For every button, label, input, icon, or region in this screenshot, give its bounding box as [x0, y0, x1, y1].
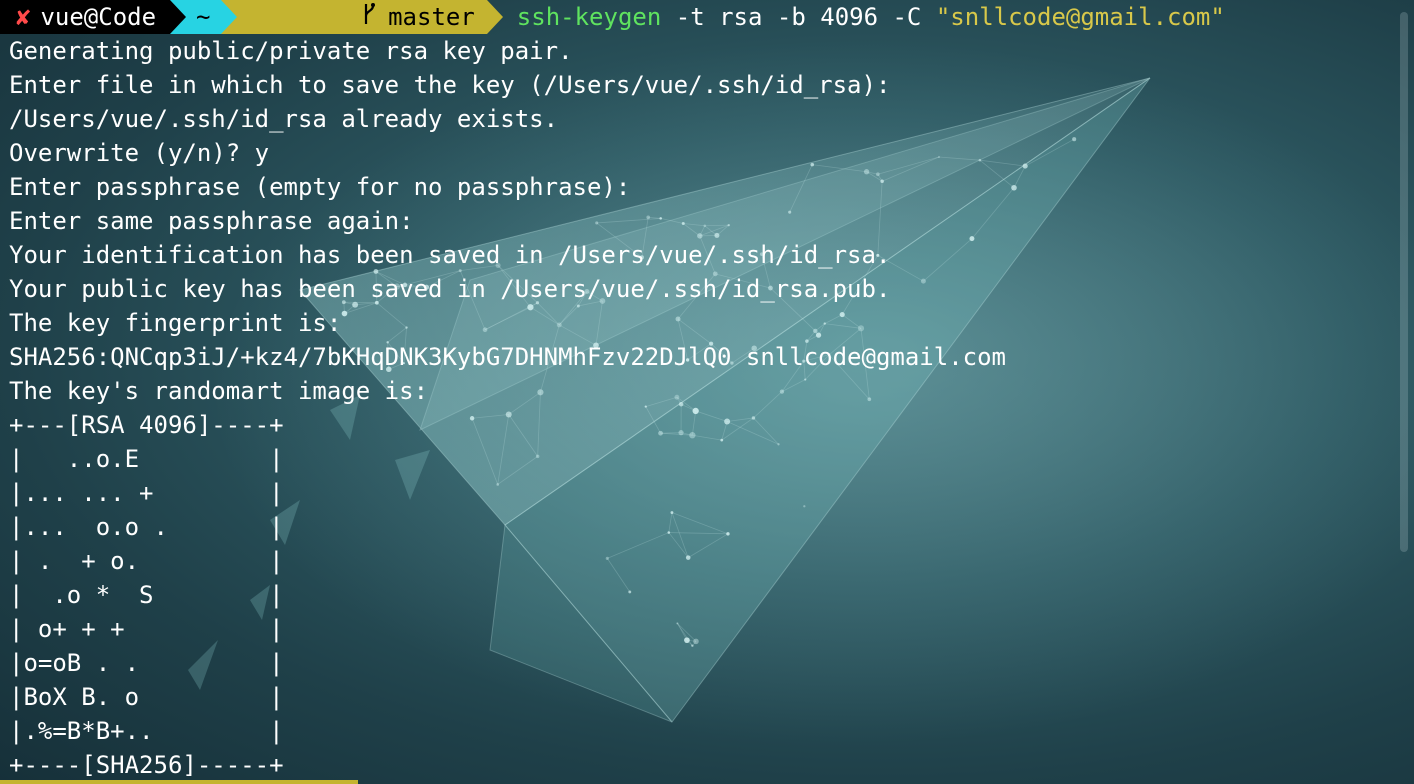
output-line: /Users/vue/.ssh/id_rsa already exists.	[9, 105, 559, 133]
current-directory: ~	[196, 3, 211, 31]
output-line: Enter same passphrase again:	[9, 207, 414, 235]
output-line: Your identification has been saved in /U…	[9, 241, 891, 269]
terminal-output: Generating public/private rsa key pair. E…	[9, 34, 1006, 782]
output-line: Enter file in which to save the key (/Us…	[9, 71, 891, 99]
user-host: vue@Code	[40, 3, 157, 31]
output-line: Your public key has been saved in /Users…	[9, 275, 891, 303]
output-line: SHA256:QNCqp3iJ/+kz4/7bKHqDNK3KybG7DHNMh…	[9, 343, 1006, 371]
git-branch-name: master	[388, 3, 475, 31]
output-line: Enter passphrase (empty for no passphras…	[9, 173, 631, 201]
error-status-icon: ✘	[16, 3, 31, 31]
output-line: | . + o. |	[9, 547, 284, 575]
output-line: Overwrite (y/n)? y	[9, 139, 270, 167]
output-line: | .o * S |	[9, 581, 284, 609]
output-line: Generating public/private rsa key pair.	[9, 37, 573, 65]
command-args: -t rsa -b 4096 -C	[661, 3, 936, 31]
output-line: |o=oB . . |	[9, 649, 284, 677]
output-line: |... ... + |	[9, 479, 284, 507]
selection-highlight	[0, 780, 358, 784]
output-line: | o+ + + |	[9, 615, 284, 643]
output-line: | ..o.E |	[9, 445, 284, 473]
output-line: |BoX B. o |	[9, 683, 284, 711]
terminal-window[interactable]: ✘ vue@Code ~ master ssh-keygen -t rsa -b…	[0, 0, 1414, 784]
prompt-segment-git: master	[220, 0, 504, 34]
output-line: +---[RSA 4096]----+	[9, 411, 284, 439]
output-line: The key fingerprint is:	[9, 309, 342, 337]
output-line: +----[SHA256]-----+	[9, 751, 284, 779]
output-line: |.%=B*B+.. |	[9, 717, 284, 745]
output-line: |... o.o . |	[9, 513, 284, 541]
prompt-segment-user: ✘ vue@Code	[0, 0, 187, 34]
output-line: The key's randomart image is:	[9, 377, 429, 405]
shell-prompt: ✘ vue@Code ~ master ssh-keygen -t rsa -b…	[0, 0, 1414, 34]
command-string-arg: "snllcode@gmail.com"	[935, 3, 1225, 31]
command-name: ssh-keygen	[516, 3, 662, 31]
command-line[interactable]: ssh-keygen -t rsa -b 4096 -C "snllcode@g…	[517, 3, 1225, 31]
terminal-scrollbar[interactable]	[1400, 12, 1408, 552]
